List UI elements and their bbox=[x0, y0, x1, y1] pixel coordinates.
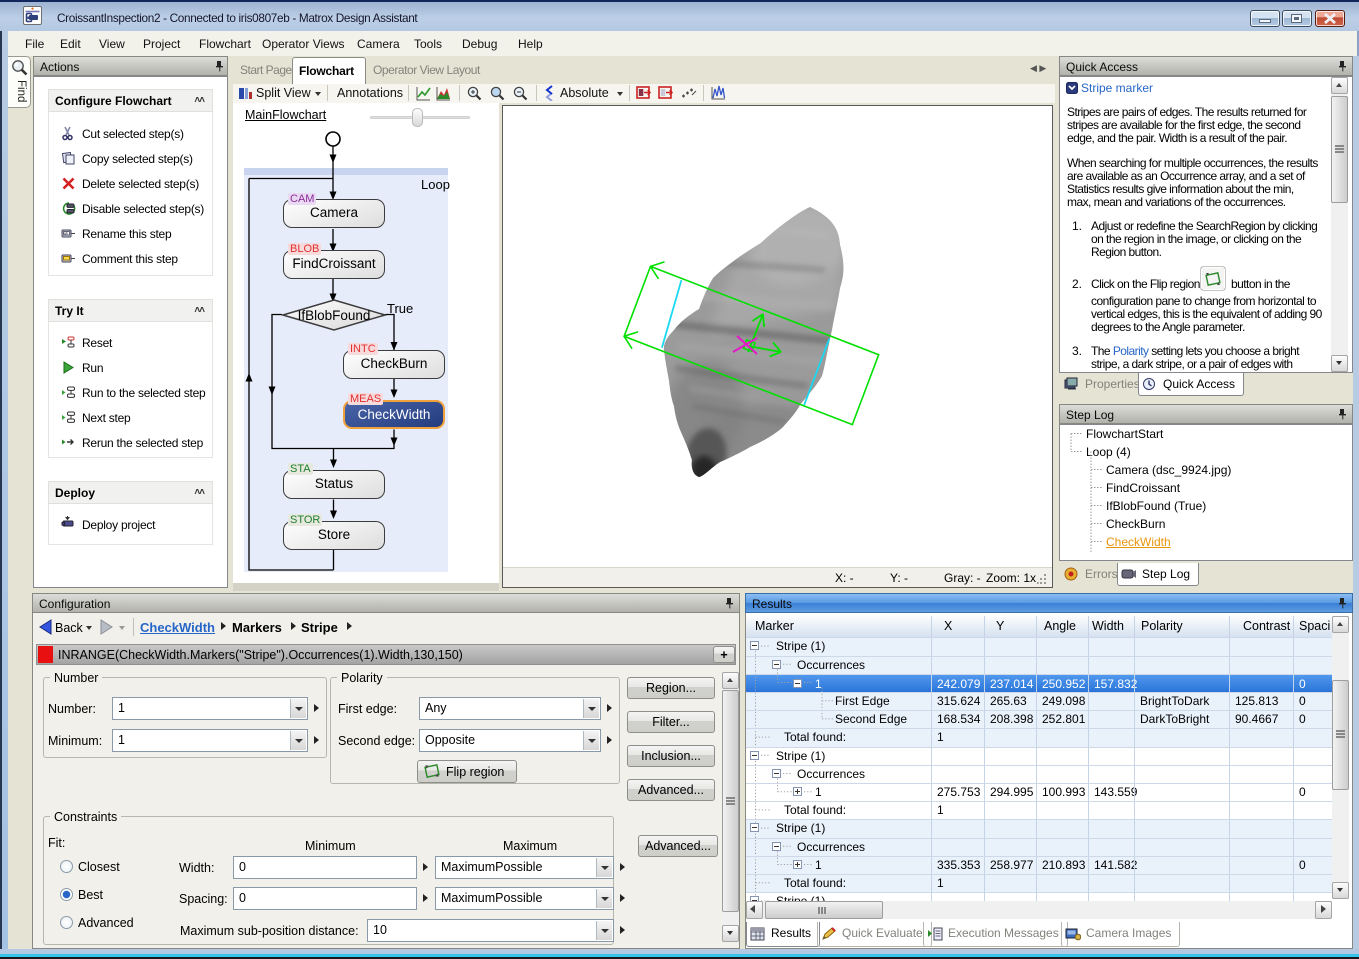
svg-text:IfBlobFound: IfBlobFound bbox=[298, 308, 371, 323]
svg-text:ab: ab bbox=[64, 232, 68, 236]
